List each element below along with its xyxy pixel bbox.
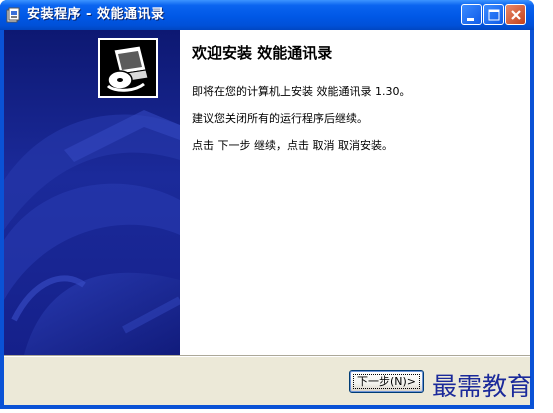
welcome-text-instructions: 点击 下一步 继续，点击 取消 取消安装。 bbox=[192, 139, 393, 152]
maximize-icon bbox=[488, 9, 500, 21]
watermark-text: 最需教育 bbox=[432, 372, 533, 401]
welcome-heading: 欢迎安装 效能通讯录 bbox=[192, 44, 333, 62]
installer-window: 安装程序 - 效能通讯录 欢迎安装 效能通讯录 即将在您的计算机上安装 效能通讯… bbox=[0, 0, 534, 409]
installer-icon bbox=[5, 6, 23, 24]
focus-rectangle bbox=[353, 374, 420, 389]
maximize-button[interactable] bbox=[483, 4, 504, 25]
minimize-button[interactable] bbox=[461, 4, 482, 25]
wizard-sidebar-image bbox=[4, 30, 180, 355]
title-bar[interactable]: 安装程序 - 效能通讯录 bbox=[0, 0, 534, 30]
minimize-icon bbox=[467, 18, 474, 21]
welcome-text-close-programs: 建议您关闭所有的运行程序后继续。 bbox=[192, 112, 368, 125]
close-icon bbox=[511, 10, 521, 20]
next-button[interactable]: 下一步(N)> bbox=[349, 370, 424, 393]
computer-disk-logo-icon bbox=[98, 38, 158, 98]
welcome-text-install: 即将在您的计算机上安装 效能通讯录 1.30。 bbox=[192, 85, 411, 98]
window-title: 安装程序 - 效能通讯录 bbox=[27, 7, 165, 22]
welcome-panel: 欢迎安装 效能通讯录 即将在您的计算机上安装 效能通讯录 1.30。 建议您关闭… bbox=[180, 30, 530, 355]
close-button[interactable] bbox=[505, 4, 526, 25]
client-area: 欢迎安装 效能通讯录 即将在您的计算机上安装 效能通讯录 1.30。 建议您关闭… bbox=[4, 30, 530, 405]
